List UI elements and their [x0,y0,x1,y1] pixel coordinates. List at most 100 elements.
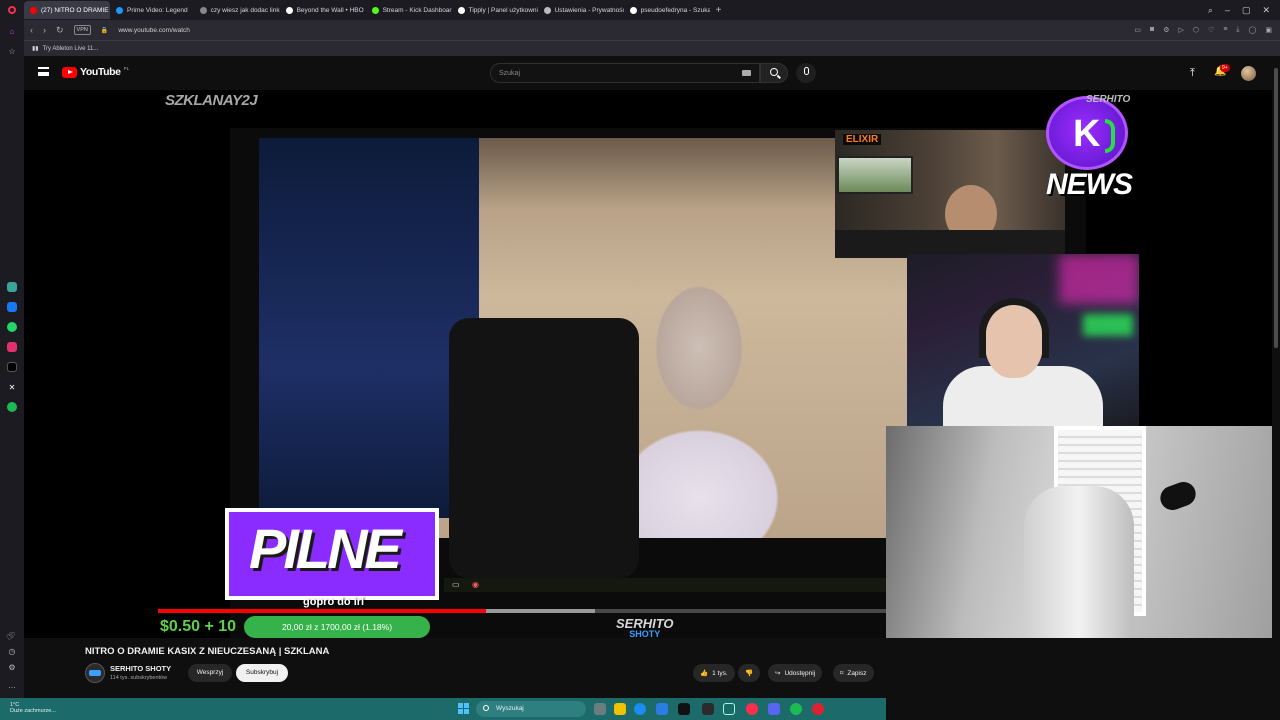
ai-icon[interactable]: ▣ [1265,26,1272,34]
tab-favicon-icon [629,6,637,14]
youtube-logo[interactable]: YouTube PL [62,66,129,78]
video-player[interactable]: SZKLANAY2J ▭ ◉ ELIXIR K NEWS SERHITO PIL… [24,90,1272,638]
weather-desc: Duże zachmurze... [10,708,56,714]
windows-start-icon[interactable] [458,703,469,714]
spotify-taskbar-icon[interactable] [790,703,802,715]
tab-label: czy wiesz jak dodac link z [210,6,280,14]
bookmark-ableton[interactable]: Try Ableton Live 11... [43,46,99,52]
app2-icon[interactable] [702,703,714,715]
search-input[interactable]: Szukaj [490,63,760,83]
search-button[interactable] [760,63,788,83]
new-tab-button[interactable]: + [710,5,728,16]
browser-tab[interactable]: (27) NITRO O DRAMIE K/ [24,1,110,19]
progress-bar[interactable] [158,609,886,613]
browser-tab[interactable]: pseudoefedryna - Szukaj [624,1,710,19]
heart-icon[interactable]: ♡ [1208,26,1214,34]
tab-label: Beyond the Wall • HBO M [296,6,366,14]
x-icon[interactable]: ✕ [7,382,17,392]
discord-icon[interactable] [768,703,780,715]
region-code: PL [123,66,130,71]
subscribe-button[interactable]: Subskrybuj [236,664,288,682]
minimize-button[interactable]: – [1225,5,1230,16]
camera-icon[interactable]: ◙ [1150,26,1154,34]
task-view-icon[interactable] [594,703,606,715]
account-avatar[interactable] [1241,66,1256,81]
chatgpt-icon[interactable] [7,282,17,292]
browser-tab[interactable]: Stream - Kick Dashboard [366,1,452,19]
browser-tab[interactable]: Tipply | Panel użytkownika [452,1,538,19]
windows-taskbar: 1°C Duże zachmurze... Wyszukaj [0,698,886,720]
home-icon[interactable]: ⌂ [7,26,17,36]
voice-search-button[interactable] [796,63,816,83]
whatsapp-icon[interactable] [7,322,17,332]
channel-name[interactable]: SERHITO SHOTY [110,664,171,673]
history-icon[interactable]: ◷ [7,646,17,656]
bookmarks-bar: ▮▮ Try Ableton Live 11... [24,40,1280,56]
settings-icon[interactable]: ⚙ [1163,26,1169,34]
opera-logo-icon[interactable] [0,0,24,20]
address-bar-tools: ▭ ◙ ⚙ ▷ ⬡ ♡ ≡ ⤓ ◯ ▣ [1134,26,1280,34]
profile-icon[interactable]: ◯ [1249,26,1257,34]
video-title: NITRO O DRAMIE KASIX Z NIEUCZESANĄ | SZK… [85,646,330,657]
embedded-record-icon: ◉ [472,580,479,589]
forward-icon[interactable]: › [43,25,46,35]
reader-icon[interactable]: ▭ [1134,26,1141,34]
edge-icon[interactable] [634,703,646,715]
back-icon[interactable]: ‹ [30,25,33,35]
green-led [1083,314,1133,336]
menu-icon[interactable]: ≡ [1223,26,1227,34]
search-icon [770,68,778,76]
scrollbar-thumb[interactable] [1274,68,1278,348]
app4-icon[interactable] [812,703,824,715]
lock-icon[interactable]: 🔒 [101,27,108,34]
save-button[interactable]: ⌑ Zapisz [833,664,874,682]
spotify-icon[interactable] [7,402,17,412]
support-button[interactable]: Wesprzyj [188,664,232,682]
app-icon[interactable] [678,703,690,715]
share-icon: ↪ [775,670,781,677]
browser-tab[interactable]: Ustawienia - Prywatność [538,1,624,19]
yt-heart-icon[interactable]: ♡ [6,633,13,642]
tab-label: Ustawienia - Prywatność [554,6,624,14]
taskbar-search[interactable]: Wyszukaj [476,701,586,717]
download-icon[interactable]: ⤓ [1236,26,1239,34]
store-icon[interactable] [656,703,668,715]
browser-tab[interactable]: Beyond the Wall • HBO M [280,1,366,19]
bookmark-icon: ▮▮ [32,46,39,52]
settings-sidebar-icon[interactable]: ⚙ [7,662,17,672]
extensions-icon[interactable]: ⬡ [1193,26,1199,34]
opera-taskbar-icon[interactable] [746,703,758,715]
more-icon[interactable]: … [7,680,17,690]
tab-favicon-icon [457,6,465,14]
app3-icon[interactable] [723,703,735,715]
search-tabs-icon[interactable]: ⌕ [1208,5,1213,16]
page-scrollbar[interactable] [1272,56,1280,698]
browser-tab[interactable]: Prime Video: Legend [110,1,194,19]
close-button[interactable]: ✕ [1262,5,1270,16]
hamburger-menu-icon[interactable] [38,67,49,76]
play-icon[interactable]: ▷ [1179,26,1184,34]
tab-label: Prime Video: Legend [127,6,188,14]
keyboard-icon[interactable] [742,70,751,76]
star-icon[interactable]: ☆ [7,46,17,56]
create-upload-icon[interactable]: ⤒ [1190,67,1195,80]
vpn-badge[interactable]: VPN [73,25,91,35]
camera-tag: ELIXIR [843,134,882,145]
reload-icon[interactable]: ↻ [56,25,64,36]
dislike-button[interactable]: 👎 [738,664,761,682]
share-button[interactable]: ↪ Udostępnij [768,664,823,682]
like-button[interactable]: 👍 1 tys. [693,664,735,682]
weather-widget[interactable]: 1°C Duże zachmurze... [10,702,56,714]
white-gaming-chair [1024,486,1134,638]
like-count: 1 tys. [712,669,728,677]
maximize-button[interactable]: ▢ [1242,5,1251,16]
channel-avatar[interactable] [85,663,105,683]
youtube-wordmark: YouTube [80,66,121,78]
browser-tab[interactable]: czy wiesz jak dodac link z [194,1,280,19]
file-explorer-icon[interactable] [614,703,626,715]
tiktok-icon[interactable] [7,362,17,372]
url-field[interactable]: www.youtube.com/watch [118,27,190,34]
instagram-icon[interactable] [7,342,17,352]
pilne-banner: PILNE [225,508,439,600]
messenger-icon[interactable] [7,302,17,312]
